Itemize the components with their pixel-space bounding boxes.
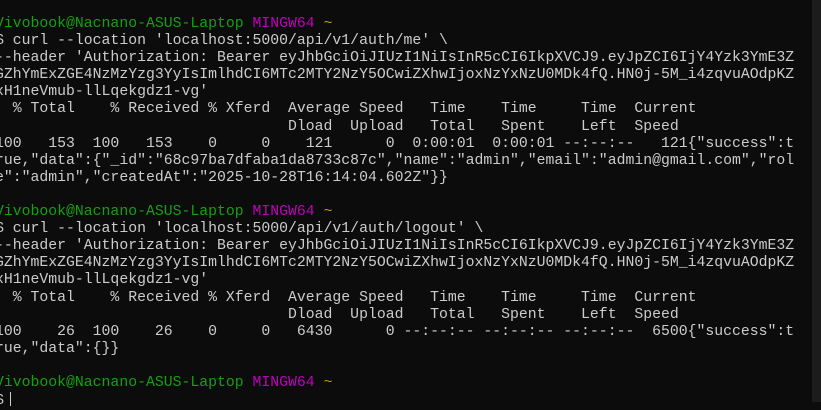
prompt-symbol: $ [0,393,4,409]
cursor [9,392,11,407]
prompt-line: Vivobook@Nacnano-ASUS-Laptop MINGW64 ~ [0,375,812,392]
command-line: $ curl --location 'localhost:5000/api/v1… [0,221,484,238]
prompt-user-host: Vivobook@Nacnano-ASUS-Laptop [0,374,244,391]
output-line: rue,"data":{"_id":"68c97ba7dfaba1da8733c… [0,152,795,169]
prompt-line: Vivobook@Nacnano-ASUS-Laptop MINGW64 ~ [0,16,812,33]
command-line: xH1neVmub-llLqekgdz1-vg' [0,84,209,101]
prompt-user-host: Vivobook@Nacnano-ASUS-Laptop [0,16,244,32]
command-line: xH1neVmub-llLqekgdz1-vg' [0,272,209,289]
prompt-shell: MINGW64 [252,204,315,221]
output-line: Dload Upload Total Spent Left Speed [0,306,679,323]
command-line: --header 'Authorization: Bearer eyJhbGci… [0,50,795,67]
output-line: e":"admin","createdAt":"2025-10-28T16:14… [0,169,448,186]
output-line: 100 153 100 153 0 0 121 0 0:00:01 0:00:0… [0,135,795,152]
terminal-output[interactable]: Vivobook@Nacnano-ASUS-Laptop MINGW64 ~ $ … [0,16,812,409]
prompt-path: ~ [323,204,333,221]
output-line: rue,"data":{}} [0,340,120,357]
prompt-line: Vivobook@Nacnano-ASUS-Laptop MINGW64 ~ [0,204,812,221]
output-line: 100 26 100 26 0 0 6430 0 --:--:-- --:--:… [0,323,795,340]
output-line: Dload Upload Total Spent Left Speed [0,118,679,135]
prompt-path: ~ [323,16,333,32]
command-line: GZhYmExZGE4NzMzYzg3YyIsImlhdCI6MTc2MTY2N… [0,67,795,84]
output-line: % Total % Received % Xferd Average Speed… [0,101,697,118]
prompt-path: ~ [323,374,333,391]
prompt-shell: MINGW64 [252,374,315,391]
command-line: $ curl --location 'localhost:5000/api/v1… [0,33,448,50]
input-line[interactable]: $ [0,392,812,409]
command-line: --header 'Authorization: Bearer eyJhbGci… [0,238,795,255]
scrollbar[interactable] [812,0,821,402]
prompt-user-host: Vivobook@Nacnano-ASUS-Laptop [0,204,244,221]
prompt-shell: MINGW64 [252,16,315,32]
command-line: GZhYmExZGE4NzMzYzg3YyIsImlhdCI6MTc2MTY2N… [0,255,795,272]
output-line: % Total % Received % Xferd Average Speed… [0,289,697,306]
